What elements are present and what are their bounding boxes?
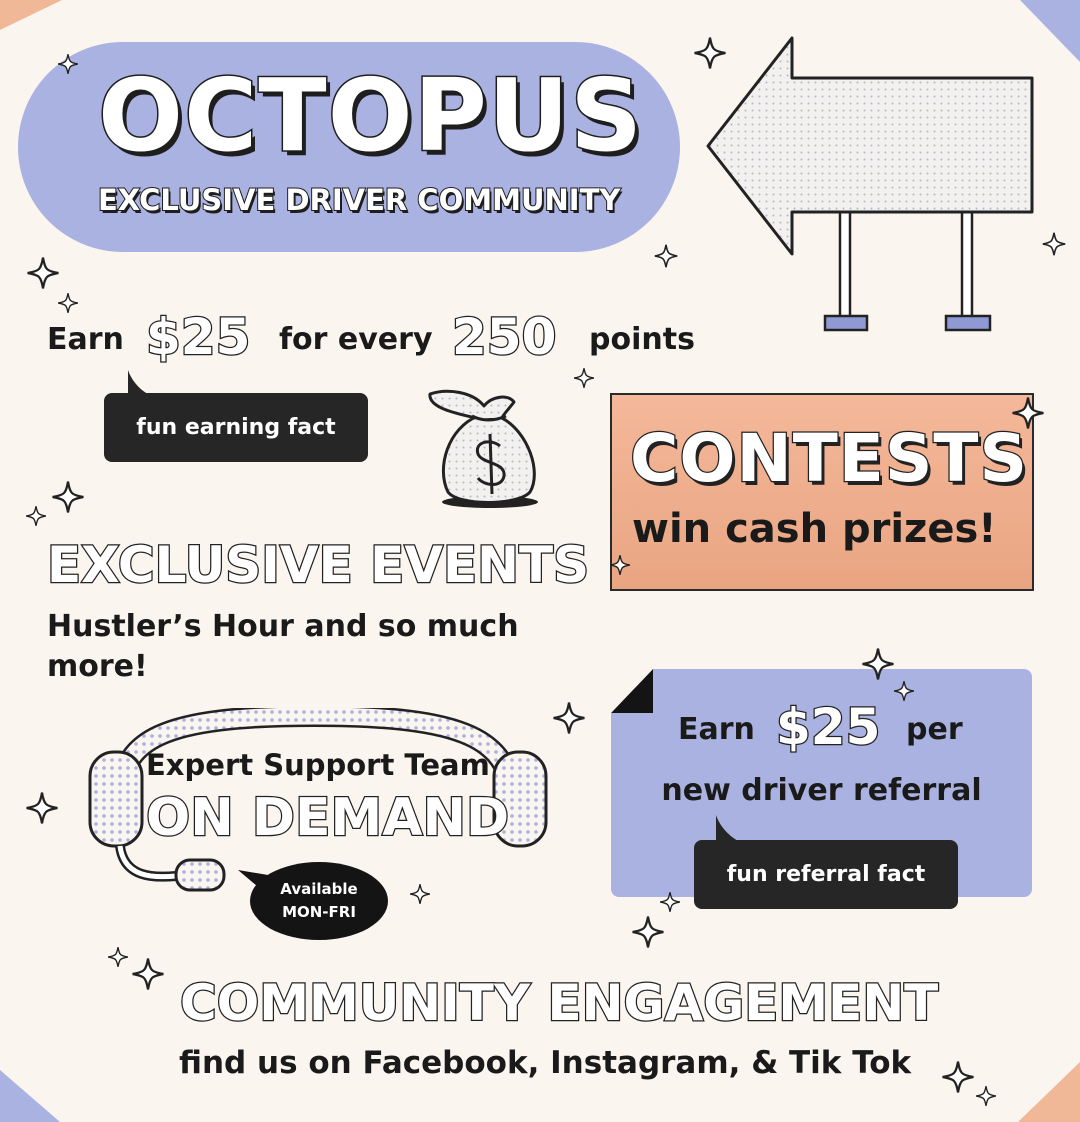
events-title: EXCLUSIVE EVENTS [46, 535, 591, 596]
referral-line2: new driver referral [661, 773, 982, 808]
availability-day-label: Available [280, 880, 358, 898]
referral-amount: $25 [775, 697, 882, 758]
referral-prefix: Earn [678, 712, 755, 747]
events-line2: more! [47, 649, 148, 684]
earn-suffix: points [589, 322, 695, 357]
support-title: ON DEMAND [145, 787, 511, 850]
community-line: find us on Facebook, Instagram, & Tik To… [179, 1045, 912, 1081]
money-bag-icon [428, 389, 538, 508]
availability-days: MON-FRI [282, 903, 356, 921]
events-line1: Hustler’s Hour and so much [47, 609, 519, 644]
earn-prefix: Earn [47, 322, 124, 357]
page-title: OCTOPUS [96, 56, 644, 176]
arrow-sign-icon [706, 36, 1034, 332]
community-title: COMMUNITY ENGAGEMENT [179, 973, 940, 1034]
speech-tail [716, 815, 740, 842]
folded-corner [611, 669, 653, 713]
referral-suffix: per [906, 712, 963, 747]
availability-badge [250, 862, 388, 940]
page-subtitle: EXCLUSIVE DRIVER COMMUNITY [97, 182, 621, 218]
earn-amount: $25 [145, 307, 252, 368]
referral-fact-tag[interactable]: fun referral fact [694, 840, 958, 909]
contests-subtitle: win cash prizes! [632, 506, 997, 552]
earn-points: 250 [451, 307, 558, 368]
earning-fact-tag[interactable]: fun earning fact [104, 393, 368, 462]
earn-middle: for every [279, 322, 433, 357]
contests-title: CONTESTS [629, 419, 1028, 499]
support-line1: Expert Support Team [146, 748, 490, 782]
